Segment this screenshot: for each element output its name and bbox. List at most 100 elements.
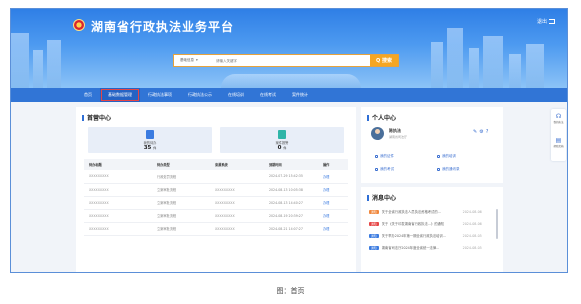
- title-accent: [367, 194, 369, 201]
- todo-type: 立案审批流程: [152, 222, 210, 236]
- my-exam-label: 我的考试: [380, 166, 394, 171]
- table-row: XXXXXXXXX 行政处罚流程 2024-07-29 15:42:35 办理: [84, 170, 348, 184]
- logout-button[interactable]: 退出: [537, 18, 555, 25]
- handle-link[interactable]: 办理: [318, 222, 348, 236]
- message-center-title-text: 消息中心: [372, 195, 397, 202]
- list-item[interactable]: 通知 关于《关于印发湖南省行政执法...》的通知 2024-08-06: [369, 219, 482, 228]
- profile-actions: ✎⚙?: [473, 129, 490, 135]
- alert-icon: [278, 130, 286, 139]
- figure-caption: 图：首页: [276, 287, 305, 295]
- avatar: [371, 127, 384, 140]
- app-window: 湖南省行政执法业务平台 退出 基础信息 Q 搜索 首页 基础数据管理 行政执法事…: [10, 8, 568, 273]
- message-text: 关于举办2024年第一期全省行政执法培训...: [381, 234, 446, 238]
- system-title: 湖南省行政执法业务平台: [91, 20, 235, 34]
- message-date: 2024-08-06: [462, 221, 482, 226]
- handle-link[interactable]: 办理: [318, 183, 348, 197]
- handle-link[interactable]: 办理: [318, 170, 348, 184]
- help-doc-button[interactable]: ▤ 帮助文档: [553, 137, 564, 148]
- todo-title: XXXXXXXXX: [84, 196, 152, 210]
- alert-card[interactable]: 案件报警 0 件: [220, 127, 344, 153]
- headset-icon: ☊: [555, 113, 562, 120]
- nav-item-enforcement-publicity[interactable]: 行政执法公示: [180, 88, 220, 102]
- nav-item-home[interactable]: 首页: [76, 88, 100, 102]
- list-item[interactable]: 通知 关于举办2024年第一期全省行政执法培训... 2024-08-05: [369, 231, 482, 240]
- title-accent: [82, 114, 84, 121]
- list-item[interactable]: 通知 关于全省行政执法人员执法资格考试的... 2024-08-06: [369, 207, 482, 216]
- handle-link[interactable]: 办理: [318, 209, 348, 223]
- message-text: 关于《关于印发湖南省行政执法...》的通知: [381, 222, 445, 226]
- skyline-decoration: [33, 50, 43, 88]
- list-item[interactable]: 通知 湖南省司法厅2024年度全省统一法律... 2024-08-05: [369, 243, 482, 252]
- todo-card[interactable]: 我的待办 35 件: [88, 127, 212, 153]
- message-tag: 通知: [369, 245, 379, 250]
- alert-count: 0 件: [277, 145, 287, 151]
- todo-source: XXXXXXXXX: [210, 183, 264, 197]
- my-contacts-button[interactable]: 我的通讯录: [437, 165, 460, 173]
- handle-link[interactable]: 办理: [318, 196, 348, 210]
- skyline-decoration: [431, 42, 443, 88]
- todo-table: 待办标题 待办类型 来源系统 到期时间 操作 XXXXXXXXX 行政处罚流程 20…: [84, 159, 348, 236]
- my-certificate-button[interactable]: 我的证件: [375, 152, 394, 160]
- skyline-decoration: [447, 28, 463, 88]
- message-list: 通知 关于全省行政执法人员执法资格考试的... 2024-08-06 通知 关于《关于…: [369, 207, 493, 267]
- office-center-title-text: 首营中心: [87, 115, 112, 122]
- message-scrollbar[interactable]: [496, 209, 498, 239]
- todo-title: XXXXXXXXX: [84, 183, 152, 197]
- skyline-decoration: [526, 44, 544, 88]
- message-tag: 通知: [369, 233, 379, 238]
- skyline-decoration: [47, 40, 61, 88]
- nav-item-online-training[interactable]: 在线培训: [220, 88, 252, 102]
- page: 湖南省行政执法业务平台 退出 基础信息 Q 搜索 首页 基础数据管理 行政执法事…: [0, 0, 581, 304]
- todo-count: 35 件: [143, 145, 157, 151]
- todo-type: 行政处罚流程: [152, 170, 210, 184]
- table-row: XXXXXXXXX 立案审批流程 XXXXXXXXX 2024-08-13 10:05…: [84, 183, 348, 197]
- nav-item-case-statistics[interactable]: 案件统计: [284, 88, 316, 102]
- todo-type: 立案审批流程: [152, 196, 210, 210]
- logout-label: 退出: [536, 19, 547, 25]
- certificate-icon: [375, 154, 378, 158]
- search-input[interactable]: [216, 55, 370, 66]
- todo-time: 2024-08-13 10:05:38: [264, 183, 318, 197]
- message-center-title: 消息中心: [367, 193, 396, 202]
- stadium-decoration: [221, 74, 361, 88]
- todo-source: [210, 170, 264, 184]
- todo-source: XXXXXXXXX: [210, 196, 264, 210]
- training-icon: [437, 154, 440, 158]
- user-name: 陈执法: [389, 128, 401, 133]
- todo-icon: [146, 130, 154, 139]
- search-type-select[interactable]: 基础信息: [174, 58, 216, 63]
- my-exam-button[interactable]: 我的考试: [375, 165, 394, 173]
- help-icon[interactable]: ?: [486, 129, 491, 135]
- skyline-decoration: [469, 48, 479, 88]
- my-enforcement-button[interactable]: ☊ 我的执法: [553, 113, 564, 124]
- table-row: XXXXXXXXX 立案审批流程 XXXXXXXXX 2024-08-21 14:07…: [84, 222, 348, 236]
- col-type: 待办类型: [152, 159, 210, 170]
- title-accent: [367, 114, 369, 121]
- table-row: XXXXXXXXX 立案审批流程 XXXXXXXXX 2024-08-13 14:40…: [84, 196, 348, 210]
- search-bar: 基础信息 Q 搜索: [173, 54, 399, 67]
- office-center-title: 首营中心: [82, 113, 111, 122]
- header-banner: 湖南省行政执法业务平台 退出 基础信息 Q 搜索: [11, 9, 567, 88]
- exam-icon: [375, 167, 378, 171]
- logout-icon: [549, 19, 555, 24]
- search-button[interactable]: Q 搜索: [370, 55, 398, 66]
- message-date: 2024-08-06: [462, 209, 482, 214]
- main-nav: 首页 基础数据管理 行政执法事项 行政执法公示 在线培训 在线考试 案件统计: [11, 88, 567, 102]
- nav-item-basic-data[interactable]: 基础数据管理: [100, 88, 140, 102]
- todo-type: 立案审批流程: [152, 183, 210, 197]
- nav-item-online-exam[interactable]: 在线考试: [252, 88, 284, 102]
- todo-time: 2024-08-19 20:39:27: [264, 209, 318, 223]
- nav-item-enforcement-items[interactable]: 行政执法事项: [140, 88, 180, 102]
- skyline-decoration: [11, 33, 29, 88]
- todo-title: XXXXXXXXX: [84, 170, 152, 184]
- personal-center-panel: 个人中心 陈执法 湖南省司法厅 ✎⚙? 我的证件 我的培训 我的考试 我的通讯录: [361, 107, 503, 183]
- help-doc-label: 帮助文档: [553, 145, 564, 148]
- todo-source: XXXXXXXXX: [210, 209, 264, 223]
- todo-time: 2024-07-29 15:42:35: [264, 170, 318, 184]
- my-training-button[interactable]: 我的培训: [437, 152, 456, 160]
- message-tag: 通知: [369, 209, 379, 214]
- todo-title: XXXXXXXXX: [84, 222, 152, 236]
- message-tag: 通知: [369, 221, 379, 226]
- my-certificate-label: 我的证件: [380, 153, 394, 158]
- col-op: 操作: [318, 159, 348, 170]
